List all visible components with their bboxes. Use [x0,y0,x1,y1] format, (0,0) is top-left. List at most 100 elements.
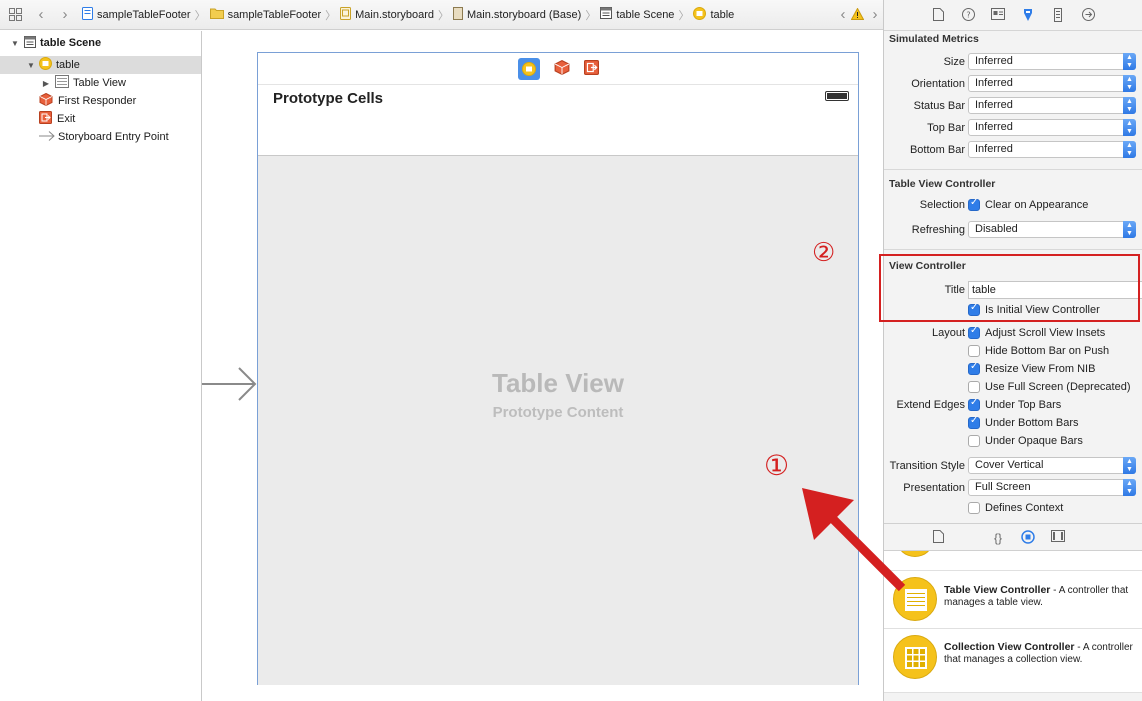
storyboard-entry-arrow[interactable] [202,366,258,402]
presentation-popup[interactable]: Full Screen ▲ ▼ [968,479,1136,496]
popup-arrows-icon: ▲ ▼ [1123,53,1136,70]
table-view-area[interactable]: Table View Prototype Content [258,156,858,685]
view-controller-scene[interactable]: Prototype Cells Table View Prototype Con… [257,52,859,685]
size-label: Size [943,56,965,68]
document-outline: ▼ table Scene ▼ table ▶ Table View First… [0,31,202,701]
outline-scene-label: table Scene [40,37,102,49]
resize-view-from-nib-checkbox[interactable] [968,361,980,375]
selection-label: Selection [919,199,965,211]
folder-icon [209,7,224,22]
crumb-storyboard[interactable]: Main.storyboard [340,0,434,30]
annotation-number-two: ② [812,237,836,267]
forward-button[interactable]: › [54,4,76,26]
outline-item-entry-point[interactable]: Storyboard Entry Point [0,128,201,146]
table-view-placeholder-title: Table View [492,368,624,398]
exit-icon [39,111,52,127]
prototype-cells-header[interactable]: Prototype Cells [258,85,858,156]
presentation-label: Presentation [903,482,965,494]
use-full-screen-label: Use Full Screen (Deprecated) [985,381,1131,393]
popup-arrows-icon: ▲ ▼ [1123,479,1136,496]
library-item-description: Table View Controller - A controller tha… [944,584,1139,609]
popup-arrows-icon: ▲ ▼ [1123,97,1136,114]
crumb-table[interactable]: table [693,0,734,30]
outline-item-label: table [56,59,80,71]
file-inspector-icon[interactable] [930,8,946,24]
transition-style-popup[interactable]: Cover Vertical ▲ ▼ [968,457,1136,474]
first-responder-icon[interactable] [554,59,570,78]
scene-view[interactable]: Prototype Cells Table View Prototype Con… [258,85,858,685]
crumb-scene[interactable]: table Scene [600,0,674,30]
annotation-number-one: ① [764,450,790,481]
exit-icon[interactable] [583,59,599,78]
popup-arrows-icon: ▲ ▼ [1123,75,1136,92]
library-item-partial[interactable] [884,551,1142,571]
crumb-label: sampleTableFooter [97,8,191,21]
top-bar-popup[interactable]: Inferred ▲ ▼ [968,119,1136,136]
back-button[interactable]: ‹ [30,4,52,26]
crumb-storyboard-base[interactable]: Main.storyboard (Base) [453,0,581,30]
clear-on-appearance-checkbox[interactable] [968,197,980,211]
popup-value: Inferred [975,143,1013,155]
table-view-controller-header: Table View Controller [889,178,996,190]
bottom-bar-popup[interactable]: Inferred ▲ ▼ [968,141,1136,158]
size-inspector-icon[interactable] [1050,8,1066,24]
popup-value: Full Screen [975,481,1031,493]
table-view-icon [55,75,69,91]
view-controller-icon [693,6,707,23]
hide-bottom-bar-label: Hide Bottom Bar on Push [985,345,1110,357]
library-item-table-view-controller[interactable]: Table View Controller - A controller tha… [884,571,1142,629]
popup-arrows-icon: ▲ ▼ [1123,221,1136,238]
transition-style-label: Transition Style [889,460,965,472]
resize-view-from-nib-label: Resize View From NIB [985,363,1096,375]
media-library-icon[interactable] [1050,530,1066,546]
use-full-screen-checkbox[interactable] [968,381,980,393]
outline-item-first-responder[interactable]: First Responder [0,92,201,110]
object-library-icon[interactable] [1020,530,1036,546]
layout-label: Layout [931,327,965,339]
library-item-collection-view-controller[interactable]: Collection View Controller - A controlle… [884,629,1142,693]
disclosure-triangle-icon[interactable]: ▼ [26,61,36,70]
under-bottom-bars-checkbox[interactable] [968,415,980,429]
crumb-label: Main.storyboard (Base) [467,8,582,21]
adjust-scroll-view-insets-checkbox[interactable] [968,325,980,339]
help-inspector-icon[interactable]: ? [960,8,976,24]
section-divider [884,169,1142,170]
connections-inspector-icon[interactable] [1080,8,1096,24]
popup-value: Inferred [975,121,1013,133]
status-bar-popup[interactable]: Inferred ▲ ▼ [968,97,1136,114]
crumb-group[interactable]: sampleTableFooter [209,0,321,30]
under-top-bars-checkbox[interactable] [968,397,980,411]
identity-inspector-icon[interactable] [990,8,1006,24]
refreshing-popup[interactable]: Disabled ▲ ▼ [968,221,1136,238]
library-item-description: Collection View Controller - A controlle… [944,641,1139,666]
disclosure-triangle-icon[interactable]: ▶ [41,79,51,88]
attributes-inspector-icon[interactable] [1020,8,1036,24]
crumb-separator: 〉 [194,9,206,22]
disclosure-triangle-icon[interactable]: ▼ [10,39,20,48]
popup-value: Inferred [975,99,1013,111]
related-items-icon[interactable] [4,4,26,26]
crumb-label: Main.storyboard [355,8,434,21]
under-top-bars-label: Under Top Bars [985,399,1062,411]
status-bar-label: Status Bar [913,100,965,112]
outline-scene-row[interactable]: ▼ table Scene [0,34,201,52]
hide-bottom-bar-checkbox[interactable] [968,345,980,357]
defines-context-checkbox[interactable] [968,502,980,514]
orientation-popup[interactable]: Inferred ▲ ▼ [968,75,1136,92]
outline-item-exit[interactable]: Exit [0,110,201,128]
warning-icon[interactable] [850,7,865,23]
outline-item-table-view[interactable]: ▶ Table View [0,74,201,92]
code-snippet-library-icon[interactable]: {} [990,530,1006,546]
crumb-project[interactable]: sampleTableFooter [82,0,191,30]
prototype-cells-title: Prototype Cells [273,90,384,107]
highlight-box [879,254,1140,322]
size-popup[interactable]: Inferred ▲ ▼ [968,53,1136,70]
view-controller-icon[interactable] [517,57,540,80]
under-bottom-bars-label: Under Bottom Bars [985,417,1079,429]
under-opaque-bars-checkbox[interactable] [968,435,980,447]
file-template-library-icon[interactable] [930,530,946,546]
table-view-placeholder-subtitle: Prototype Content [492,404,624,421]
annotation-arrow [802,488,906,592]
scene-icon [600,7,613,22]
outline-item-table[interactable]: ▼ table [0,56,201,74]
